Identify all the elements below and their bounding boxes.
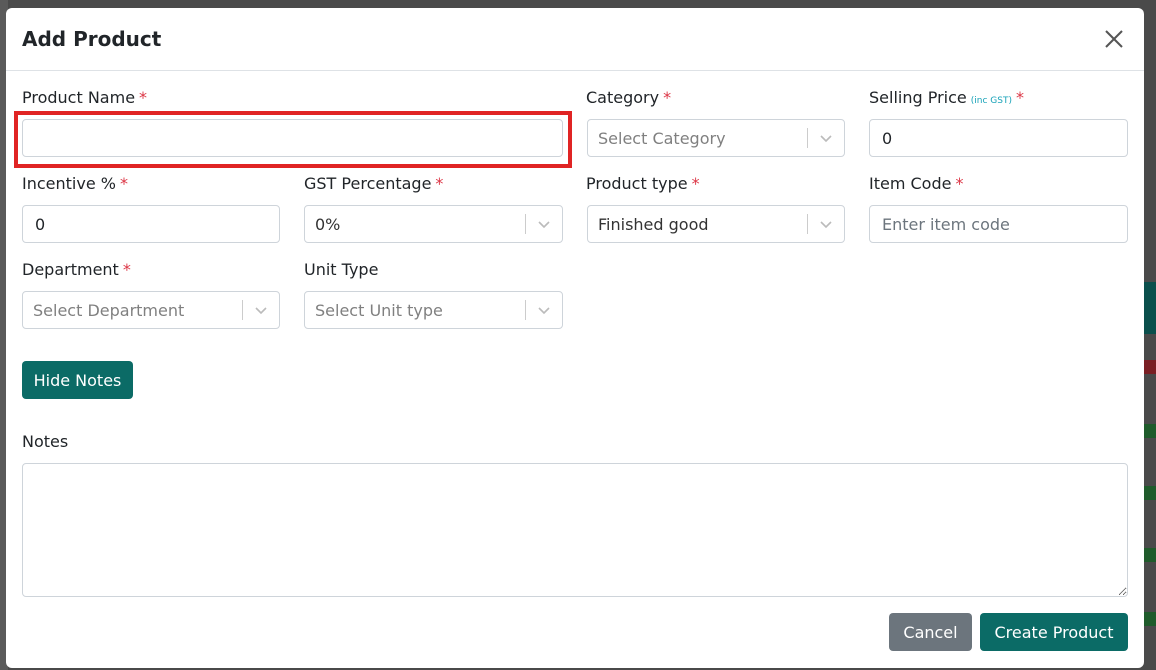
product-name-input[interactable] xyxy=(22,119,563,157)
notes-textarea[interactable] xyxy=(22,463,1128,597)
chevron-down-icon xyxy=(808,217,844,231)
item-code-input[interactable] xyxy=(869,205,1128,243)
modal-title: Add Product xyxy=(22,27,162,51)
create-product-button[interactable]: Create Product xyxy=(980,613,1128,651)
notes-label: Notes xyxy=(22,432,69,451)
item-code-label: Item Code * xyxy=(869,174,964,193)
unit-type-label: Unit Type xyxy=(304,260,379,279)
background-badge xyxy=(1144,612,1156,626)
department-label: Department * xyxy=(22,260,131,279)
department-select[interactable]: Select Department xyxy=(22,291,280,329)
background-badge xyxy=(1144,486,1156,500)
cancel-button[interactable]: Cancel xyxy=(889,613,972,651)
category-select[interactable]: Select Category xyxy=(587,119,845,157)
modal-header: Add Product xyxy=(6,8,1144,71)
hide-notes-button[interactable]: Hide Notes xyxy=(22,361,133,399)
incentive-label: Incentive % * xyxy=(22,174,128,193)
background-badge xyxy=(1144,360,1156,374)
gst-percentage-select[interactable]: 0% xyxy=(304,205,563,243)
incentive-input[interactable] xyxy=(22,205,280,243)
category-label: Category * xyxy=(586,88,672,107)
background-badge xyxy=(1144,548,1156,562)
unit-type-select[interactable]: Select Unit type xyxy=(304,291,563,329)
product-type-select[interactable]: Finished good xyxy=(587,205,845,243)
chevron-down-icon xyxy=(243,303,279,317)
close-button[interactable] xyxy=(1100,25,1128,53)
gst-percentage-label: GST Percentage * xyxy=(304,174,444,193)
close-icon xyxy=(1105,30,1123,48)
selling-price-label: Selling Price (inc GST) * xyxy=(869,88,1024,107)
product-type-label: Product type * xyxy=(586,174,700,193)
add-product-modal: Add Product Product Name * Category * Sele… xyxy=(6,8,1144,668)
background-app-header xyxy=(1142,282,1156,334)
chevron-down-icon xyxy=(808,131,844,145)
chevron-down-icon xyxy=(526,303,562,317)
selling-price-input[interactable] xyxy=(869,119,1128,157)
chevron-down-icon xyxy=(526,217,562,231)
background-badge xyxy=(1144,424,1156,438)
product-name-label: Product Name * xyxy=(22,88,148,107)
